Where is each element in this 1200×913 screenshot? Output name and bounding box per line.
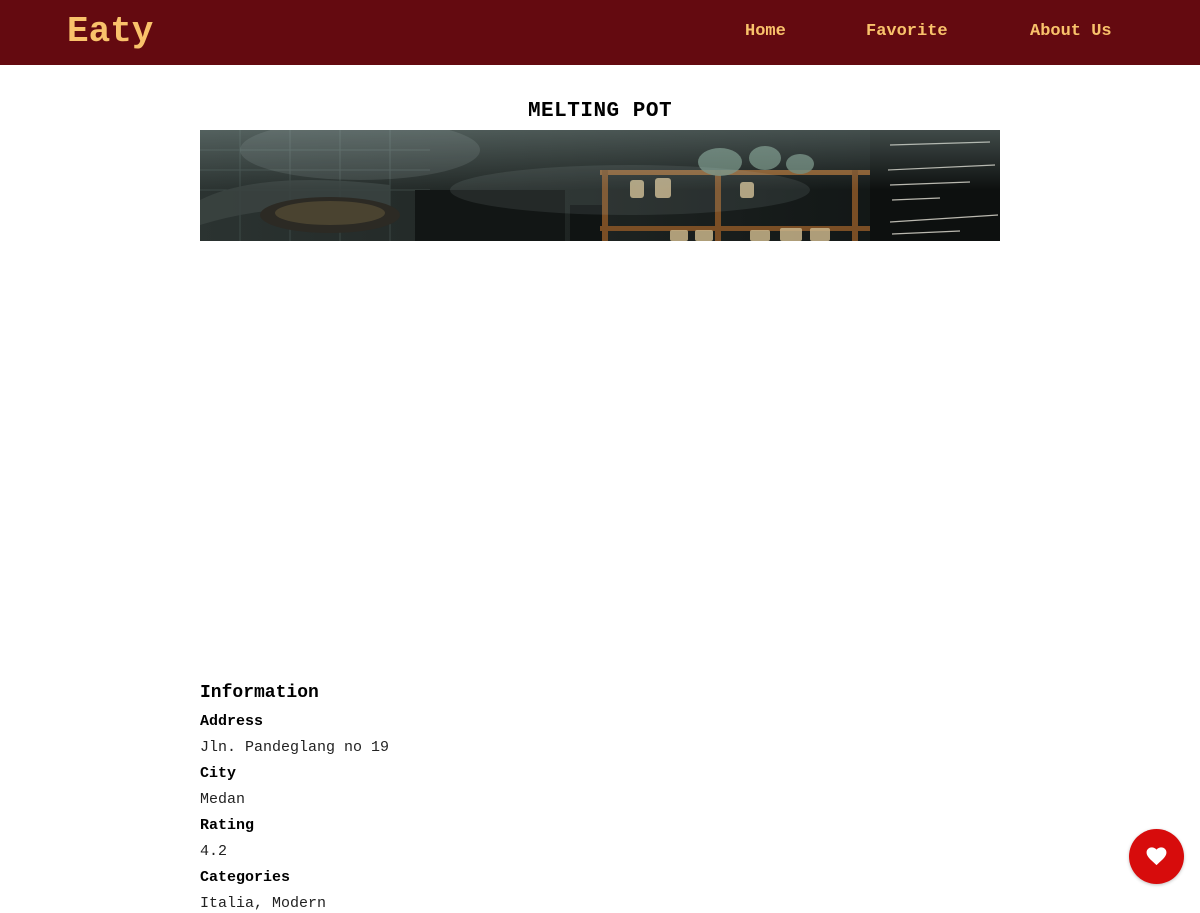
categories-value: Italia, Modern: [200, 895, 327, 912]
rating-label: Rating: [200, 817, 255, 834]
nav-about-link[interactable]: About Us: [1030, 22, 1112, 42]
restaurant-hero-image: [200, 130, 1000, 241]
nav-home-link[interactable]: Home: [745, 22, 786, 42]
address-value: Jln. Pandeglang no 19: [200, 739, 390, 756]
nav-favorite-link[interactable]: Favorite: [866, 22, 948, 42]
city-label: City: [200, 765, 237, 782]
categories-label: Categories: [200, 869, 291, 886]
restaurant-name: MELTING POT: [527, 100, 673, 124]
information-heading: Information: [200, 683, 319, 703]
restaurant-photo-illustration: [200, 130, 1000, 241]
heart-icon: [1146, 847, 1167, 866]
city-value: Medan: [200, 791, 246, 808]
favorite-button[interactable]: [1129, 829, 1184, 884]
app-bar: Eaty Home Favorite About Us: [0, 0, 1200, 65]
rating-value: 4.2: [200, 843, 228, 860]
address-label: Address: [200, 713, 264, 730]
brand-logo[interactable]: Eaty: [67, 11, 153, 53]
